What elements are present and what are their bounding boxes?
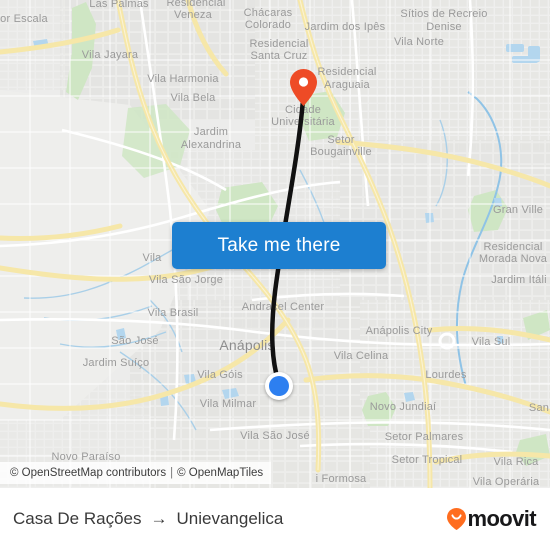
- attribution-separator: |: [170, 467, 174, 479]
- trip-origin: Casa De Rações: [13, 509, 142, 528]
- moovit-wordmark: moovit: [467, 506, 536, 531]
- bottom-bar: Casa De Rações → Unievangelica moovit: [0, 488, 550, 550]
- trip-summary: Casa De Rações → Unievangelica: [13, 509, 283, 529]
- map-canvas[interactable]: or Escala Las Palmas Residencial Veneza Chác…: [0, 0, 550, 488]
- trip-destination: Unievangelica: [176, 509, 284, 528]
- map-pin-icon: [290, 69, 317, 106]
- map-attribution: © OpenStreetMap contributors | © OpenMap…: [0, 462, 272, 484]
- attribution-openmaptiles[interactable]: © OpenMapTiles: [177, 467, 263, 479]
- origin-dot-core: [269, 376, 289, 396]
- moovit-logo[interactable]: moovit: [447, 506, 537, 532]
- attribution-osm[interactable]: © OpenStreetMap contributors: [10, 467, 166, 479]
- origin-dot[interactable]: [265, 372, 293, 400]
- arrow-right-icon: →: [150, 509, 168, 528]
- destination-pin[interactable]: [290, 69, 317, 106]
- moovit-trip-screenshot: or Escala Las Palmas Residencial Veneza Chác…: [0, 0, 550, 550]
- take-me-there-button[interactable]: Take me there: [172, 222, 386, 269]
- moovit-pin-icon: [447, 508, 467, 530]
